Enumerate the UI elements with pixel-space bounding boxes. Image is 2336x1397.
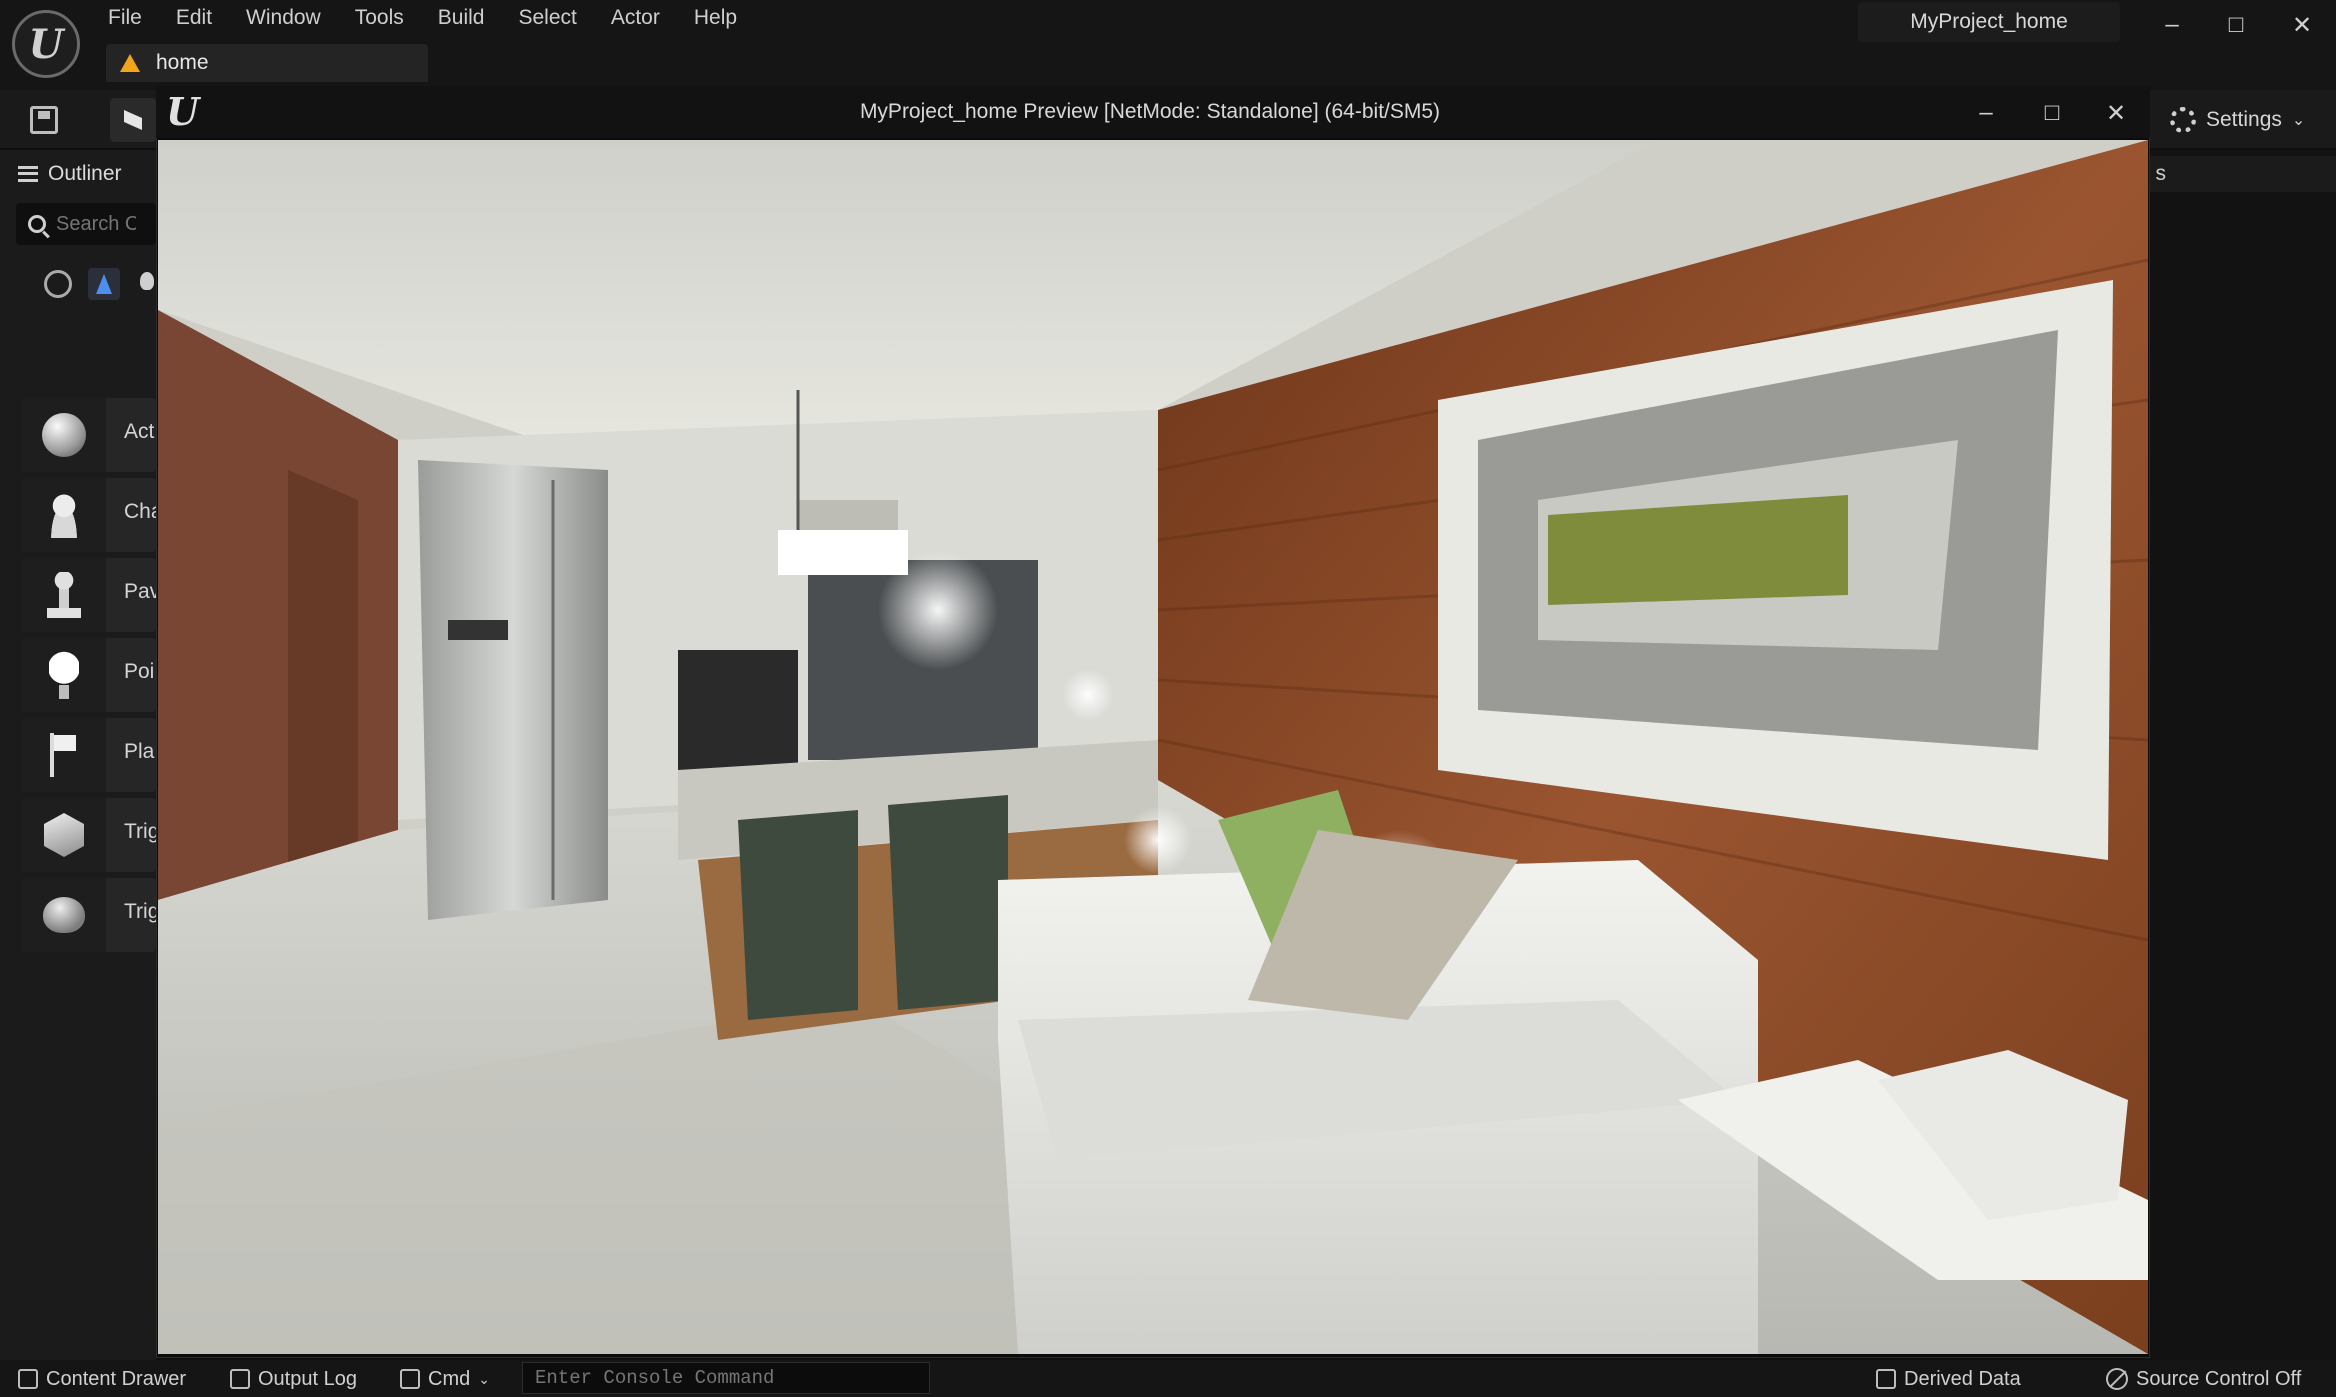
living-room-scene <box>158 140 2148 1354</box>
details-panel <box>2146 150 2336 1362</box>
place-item-character[interactable]: Cha <box>22 478 163 552</box>
gear-icon <box>2170 107 2196 133</box>
chevron-down-icon: ⌄ <box>478 1370 490 1387</box>
trigger-sphere-icon <box>22 878 106 952</box>
derived-data-label: Derived Data <box>1904 1367 2021 1390</box>
place-item-label: Act <box>124 420 155 443</box>
game-viewport[interactable] <box>158 140 2148 1354</box>
place-item-pawn[interactable]: Pav <box>22 558 160 632</box>
derived-data-icon <box>1876 1369 1896 1389</box>
close-icon[interactable]: ✕ <box>2272 8 2332 42</box>
save-icon[interactable] <box>30 106 58 134</box>
maximize-icon[interactable]: □ <box>2206 8 2266 42</box>
output-log-button[interactable]: Output Log <box>230 1362 357 1396</box>
preview-window-title: MyProject_home Preview [NetMode: Standal… <box>859 100 1441 123</box>
chevron-down-icon: ⌄ <box>2291 112 2306 129</box>
flag-gamepad-icon <box>22 718 106 792</box>
pawn-icon <box>22 558 106 632</box>
tab-outliner[interactable]: Outliner <box>0 156 156 192</box>
menu-select[interactable]: Select <box>502 0 594 34</box>
output-log-icon <box>230 1369 250 1389</box>
place-item-label: Trig <box>124 820 160 843</box>
menu-file[interactable]: File <box>92 0 160 34</box>
actor-sphere-icon <box>22 398 106 472</box>
place-item-point-light[interactable]: Poi <box>22 638 156 712</box>
level-tab-label: home <box>156 51 209 74</box>
filter-actors-icon[interactable] <box>88 268 120 300</box>
place-item-label: Poi <box>124 660 155 683</box>
source-control-button[interactable]: Source Control Off <box>2106 1362 2301 1396</box>
menu-bar: File Edit Window Tools Build Select Acto… <box>92 0 755 34</box>
minimize-icon[interactable]: – <box>2142 8 2202 42</box>
menu-build[interactable]: Build <box>422 0 503 34</box>
trigger-box-icon <box>22 798 106 872</box>
search-icon <box>28 215 46 233</box>
console-command-input[interactable] <box>522 1362 930 1394</box>
place-item-trigger-sphere[interactable]: Trig <box>22 878 160 952</box>
menu-help[interactable]: Help <box>678 0 755 34</box>
warning-icon <box>120 54 140 72</box>
details-tab-label: s <box>2155 162 2167 185</box>
outliner-search[interactable] <box>16 203 156 245</box>
menu-window[interactable]: Window <box>230 0 339 34</box>
preview-minimize-icon[interactable]: – <box>1964 96 2008 130</box>
content-drawer-button[interactable]: Content Drawer <box>18 1362 186 1396</box>
content-drawer-icon <box>18 1369 38 1389</box>
terminal-icon <box>400 1369 420 1389</box>
filter-lights-icon[interactable] <box>136 268 156 300</box>
place-item-player-start[interactable]: Pla <box>22 718 156 792</box>
preview-maximize-icon[interactable]: □ <box>2030 96 2074 130</box>
place-item-label: Pav <box>124 580 161 603</box>
source-control-label: Source Control Off <box>2136 1367 2302 1390</box>
outliner-tab-label: Outliner <box>48 162 122 185</box>
settings-label: Settings <box>2206 108 2282 131</box>
light-bulb-icon <box>22 638 106 712</box>
recent-clock-icon[interactable] <box>44 270 72 298</box>
cmd-dropdown[interactable]: Cmd ⌄ <box>400 1362 490 1396</box>
unreal-small-logo-icon: U <box>166 89 200 134</box>
menu-actor[interactable]: Actor <box>595 0 678 34</box>
source-control-off-icon <box>2106 1368 2128 1390</box>
unreal-logo-icon[interactable]: U <box>12 10 80 78</box>
menu-tools[interactable]: Tools <box>339 0 422 34</box>
search-input[interactable] <box>56 212 136 236</box>
derived-data-button[interactable]: Derived Data <box>1876 1362 2021 1396</box>
level-tab[interactable]: home <box>106 44 428 82</box>
content-drawer-label: Content Drawer <box>46 1367 187 1390</box>
list-icon <box>18 166 38 182</box>
settings-button[interactable]: Settings ⌄ <box>2170 98 2305 142</box>
place-item-actor[interactable]: Act <box>22 398 156 472</box>
output-log-label: Output Log <box>258 1367 357 1390</box>
cmd-label: Cmd <box>428 1367 471 1390</box>
preview-close-icon[interactable]: ✕ <box>2094 96 2138 130</box>
place-item-label: Trig <box>124 900 160 923</box>
place-item-trigger-box[interactable]: Trig <box>22 798 160 872</box>
selection-mode-button[interactable] <box>110 98 156 142</box>
character-icon <box>22 478 106 552</box>
project-name-tab[interactable]: MyProject_home <box>1858 2 2120 42</box>
details-tab[interactable]: s <box>2146 156 2336 192</box>
menu-edit[interactable]: Edit <box>160 0 230 34</box>
place-item-label: Pla <box>124 740 155 763</box>
